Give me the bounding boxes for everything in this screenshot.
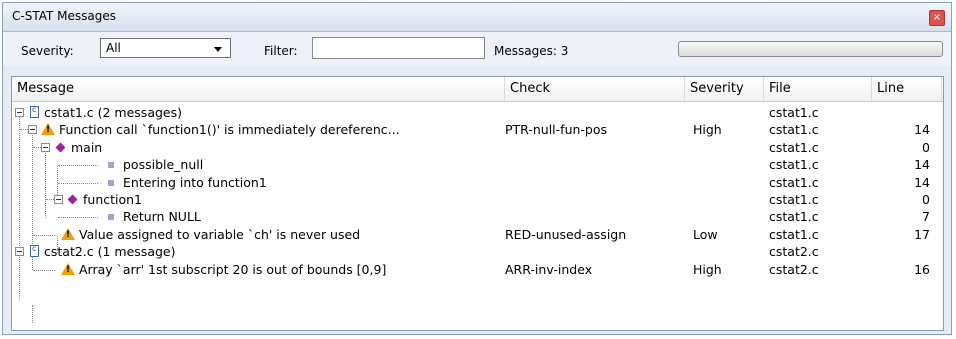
cstat-messages-window: C-STAT Messages × Severity: All Filter: … (2, 2, 952, 335)
list-item[interactable]: function1 cstat1.c 0 (12, 191, 943, 208)
severity-dropdown[interactable]: All (100, 38, 231, 58)
row-file: cstat1.c (769, 192, 819, 207)
step-icon (108, 214, 114, 221)
function-icon (55, 142, 66, 153)
warning-icon: ! (61, 227, 75, 240)
list-item[interactable]: cstat1.c (2 messages) cstat1.c (12, 104, 943, 121)
list-header: Message Check Severity File Line (12, 77, 943, 102)
row-message: Array `arr' 1st subscript 20 is out of b… (79, 261, 387, 277)
row-message: Return NULL (123, 209, 201, 225)
row-file: cstat1.c (769, 157, 819, 173)
collapse-icon[interactable] (15, 247, 24, 257)
row-file: cstat1.c (769, 105, 819, 120)
messages-count: Messages: 3 (494, 44, 569, 58)
warning-icon: ! (61, 262, 75, 275)
list-item[interactable]: main cstat1.c 0 (12, 139, 943, 156)
file-icon (30, 244, 39, 258)
tree-line (58, 165, 98, 167)
row-line: 0 (922, 139, 930, 155)
row-file: cstat1.c (769, 226, 819, 242)
row-message: possible_null (123, 157, 204, 173)
column-header-line[interactable]: Line (872, 77, 942, 101)
row-file: cstat1.c (769, 122, 819, 138)
list-item[interactable]: cstat2.c (1 message) cstat2.c (12, 243, 943, 260)
row-check: PTR-null-fun-pos (505, 122, 608, 138)
row-message: Function call `function1()' is immediate… (59, 122, 400, 138)
title-bar: C-STAT Messages × (3, 3, 951, 32)
row-line: 16 (914, 261, 930, 277)
list-item[interactable]: ! Function call `function1()' is immedia… (12, 121, 943, 138)
warning-icon: ! (41, 123, 55, 136)
tree-line (20, 129, 28, 131)
close-icon[interactable]: × (929, 10, 945, 26)
row-file: cstat1.c (769, 174, 819, 190)
filter-label: Filter: (264, 44, 298, 58)
row-line (872, 104, 930, 121)
row-line: 14 (914, 122, 930, 138)
severity-label: Severity: (21, 44, 74, 58)
progress-bar (678, 41, 943, 57)
list-item[interactable]: Entering into function1 cstat1.c 14 (12, 174, 943, 191)
row-check: ARR-inv-index (505, 261, 593, 277)
row-line: 7 (922, 209, 930, 225)
tree-line (33, 146, 41, 148)
row-message: cstat1.c (2 messages) (44, 105, 182, 120)
collapse-icon[interactable] (54, 195, 63, 204)
row-severity: Low (693, 226, 718, 242)
filter-input[interactable] (312, 37, 485, 59)
file-icon (30, 105, 39, 118)
tree-line (58, 217, 98, 219)
severity-dropdown-value: All (106, 41, 121, 55)
column-header-message[interactable]: Message (12, 77, 505, 101)
row-file: cstat2.c (769, 244, 819, 260)
row-line: 17 (914, 226, 930, 242)
window-title: C-STAT Messages (12, 9, 116, 23)
tree-line (32, 305, 33, 323)
tree-line (46, 199, 54, 200)
column-header-severity[interactable]: Severity (685, 77, 764, 101)
row-line: 14 (914, 174, 930, 190)
row-message: cstat2.c (1 message) (44, 244, 176, 260)
step-icon (108, 162, 114, 169)
list-item[interactable]: ! Value assigned to variable `ch' is nev… (12, 226, 943, 243)
row-message: Entering into function1 (123, 174, 267, 190)
list-item[interactable]: Return NULL cstat1.c 7 (12, 208, 943, 225)
toolbar: Severity: All Filter: Messages: 3 (3, 32, 951, 66)
collapse-icon[interactable] (41, 142, 50, 152)
collapse-icon[interactable] (28, 125, 37, 135)
chevron-down-icon (214, 47, 222, 52)
list-item[interactable]: ! Array `arr' 1st subscript 20 is out of… (12, 261, 943, 278)
row-message: main (71, 139, 103, 155)
tree-line (33, 234, 55, 236)
row-line: 14 (914, 157, 930, 173)
row-severity: High (693, 261, 722, 277)
row-check: RED-unused-assign (505, 226, 627, 242)
tree-line (33, 269, 55, 271)
messages-list: Message Check Severity File Line cstat1.… (11, 76, 944, 331)
list-item[interactable]: possible_null cstat1.c 14 (12, 156, 943, 173)
tree-line (58, 182, 98, 184)
row-message: Value assigned to variable `ch' is never… (79, 226, 361, 242)
collapse-icon[interactable] (15, 108, 24, 117)
row-severity: High (693, 122, 722, 138)
row-line (872, 243, 930, 260)
row-message: function1 (83, 192, 143, 207)
row-line: 0 (922, 192, 930, 207)
step-icon (108, 179, 114, 186)
row-file: cstat2.c (769, 261, 819, 277)
column-header-check[interactable]: Check (505, 77, 685, 101)
function-icon (67, 194, 78, 205)
row-file: cstat1.c (769, 139, 819, 155)
row-file: cstat1.c (769, 209, 819, 225)
column-header-file[interactable]: File (764, 77, 872, 101)
